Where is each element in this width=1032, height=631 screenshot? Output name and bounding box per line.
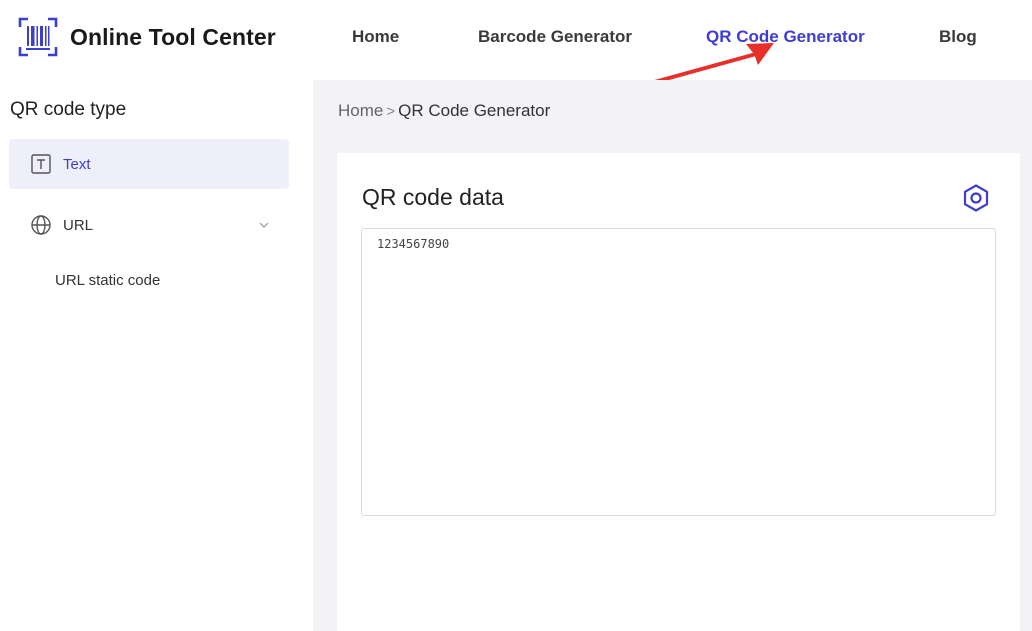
sidebar-item-text[interactable]: Text xyxy=(9,139,289,189)
qr-data-card: QR code data 1234567890 xyxy=(337,153,1020,631)
nav-barcode-generator[interactable]: Barcode Generator xyxy=(478,27,632,47)
chevron-down-icon[interactable] xyxy=(257,218,271,232)
sidebar-item-url[interactable]: URL xyxy=(9,200,289,250)
sidebar-item-label: Text xyxy=(63,155,91,173)
sidebar-subitem-url-static-code[interactable]: URL static code xyxy=(55,272,160,289)
breadcrumb-home[interactable]: Home xyxy=(338,101,383,121)
globe-icon xyxy=(30,214,52,236)
sidebar-item-label: URL xyxy=(63,216,94,234)
breadcrumb-separator: > xyxy=(386,102,396,120)
qr-data-input[interactable]: 1234567890 xyxy=(361,228,996,516)
settings-icon[interactable] xyxy=(961,183,991,213)
breadcrumb-current: QR Code Generator xyxy=(398,101,551,120)
text-icon xyxy=(30,153,52,175)
nav-blog[interactable]: Blog xyxy=(939,27,977,47)
main-content: Home > QR Code Generator QR code data 12… xyxy=(313,80,1032,631)
card-title: QR code data xyxy=(362,184,504,210)
top-header: Online Tool Center Home Barcode Generato… xyxy=(0,0,1032,80)
breadcrumb: Home > QR Code Generator xyxy=(338,101,550,121)
barcode-logo-icon xyxy=(18,17,58,57)
sidebar: QR code type Text URL URL static code xyxy=(0,80,313,631)
site-logo[interactable]: Online Tool Center xyxy=(18,17,276,57)
sidebar-title: QR code type xyxy=(10,99,127,120)
logo-text: Online Tool Center xyxy=(70,23,276,50)
nav-home[interactable]: Home xyxy=(352,27,399,47)
